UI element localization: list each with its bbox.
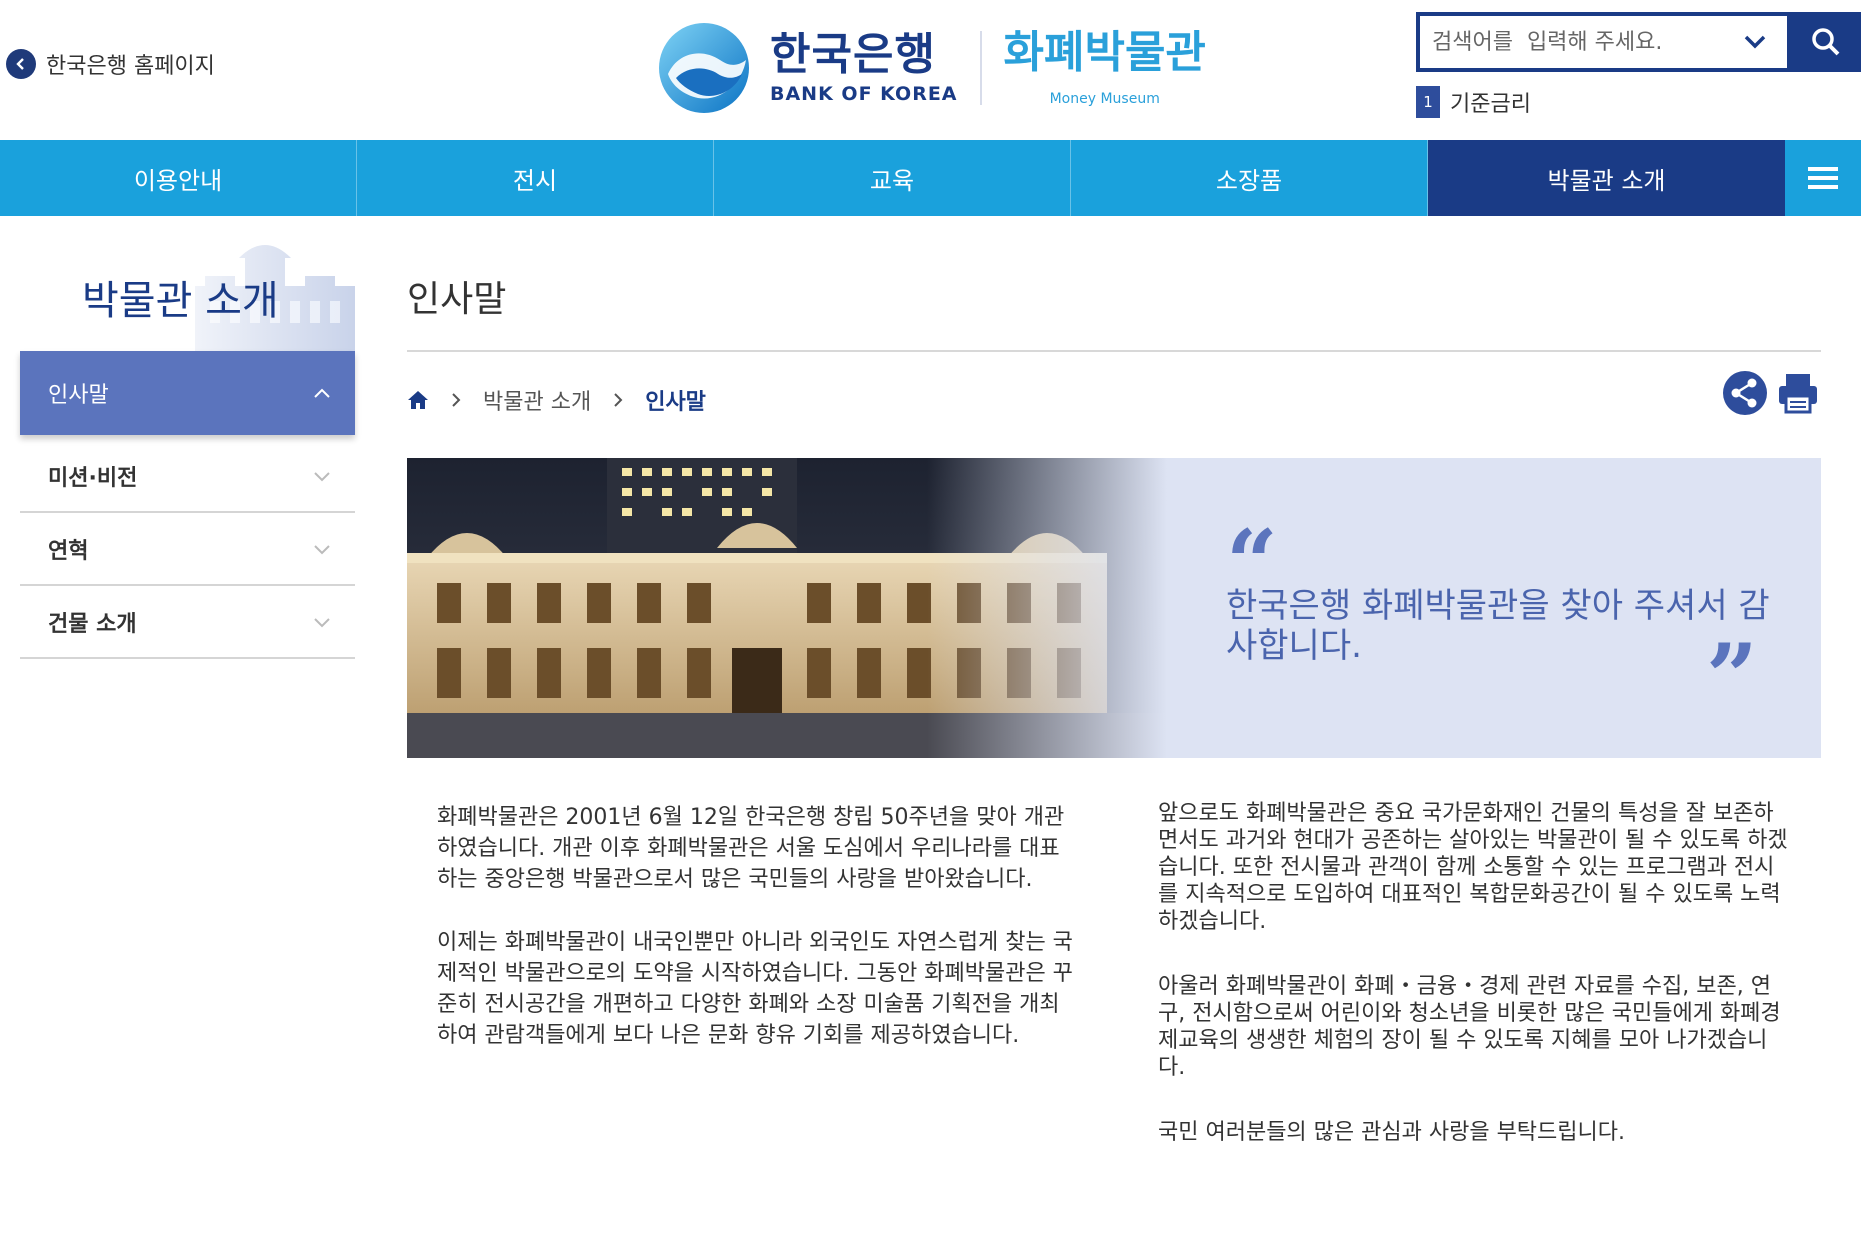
sidebar-item-building[interactable]: 건물 소개 [20,586,355,659]
museum-korean-name: 화폐박물관 [1003,27,1206,78]
print-icon[interactable] [1776,370,1820,416]
greeting-column-right: 앞으로도 화폐박물관은 중요 국가문화재인 건물의 특성을 잘 보존하면서도 과… [1158,800,1788,1184]
sidebar-item-label: 건물 소개 [48,611,137,637]
chevron-down-icon [314,471,330,481]
nav-item-usage-guide[interactable]: 이용안내 [0,140,357,216]
sidebar-header: 박물관 소개 [20,236,355,351]
site-header: 한국은행 홈페이지 한국은행 BANK OF KOREA 화폐박물관 Money… [0,0,1861,140]
chevron-right-icon [452,393,461,407]
search-input[interactable] [1420,17,1730,67]
chevron-down-icon[interactable] [1730,34,1780,50]
menu-button[interactable] [1785,140,1861,216]
sidebar-item-mission-vision[interactable]: 미션·비전 [20,440,355,513]
paragraph: 이제는 화폐박물관이 내국인뿐만 아니라 외국인도 자연스럽게 찾는 국제적인 … [437,930,1073,1048]
sidebar-title: 박물관 소개 [82,278,279,324]
page-title: 인사말 [407,279,507,320]
breadcrumb-current: 인사말 [645,390,706,415]
nav-item-education[interactable]: 교육 [714,140,1071,216]
chevron-up-icon [314,388,330,398]
search-box [1416,12,1791,72]
banner-quote: 한국은행 화폐박물관을 찾아 주셔서 감사합니다. [1226,586,1770,666]
sidebar-item-label: 인사말 [48,383,109,408]
sidebar-item-label: 미션·비전 [48,465,138,491]
sidebar-item-history[interactable]: 연혁 [20,513,355,586]
sidebar-menu: 인사말 미션·비전 연혁 건물 소개 [20,351,355,659]
chevron-right-icon [614,393,623,407]
breadcrumb: 박물관 소개 인사말 [407,384,706,416]
popular-keyword[interactable]: 1 기준금리 [1416,86,1531,118]
share-icon[interactable] [1722,370,1768,416]
nav-item-collection[interactable]: 소장품 [1071,140,1428,216]
bank-of-korea-emblem-icon [659,23,749,113]
home-icon[interactable] [407,390,429,410]
bok-homepage-link[interactable]: 한국은행 홈페이지 [6,48,215,80]
hamburger-menu-icon [1808,167,1838,189]
close-quote-icon: ” [1706,624,1758,730]
sidebar-item-greeting[interactable]: 인사말 [20,351,355,435]
search-icon [1812,28,1840,56]
title-divider [407,350,1821,352]
nav-item-exhibition[interactable]: 전시 [357,140,714,216]
paragraph: 아울러 화폐박물관이 화폐・금융・경제 관련 자료를 수집, 보존, 연구, 전… [1158,974,1781,1080]
nav-item-museum-intro[interactable]: 박물관 소개 [1428,140,1785,216]
greeting-column-left: 화폐박물관은 2001년 6월 12일 한국은행 창립 50주년을 맞아 개관하… [437,802,1077,1083]
sidebar-item-label: 연혁 [48,538,89,564]
page-tools [1722,370,1820,416]
museum-english-name: Money Museum [1049,91,1160,107]
paragraph: 앞으로도 화폐박물관은 중요 국가문화재인 건물의 특성을 잘 보존하면서도 과… [1158,801,1788,934]
keyword-rank-badge: 1 [1416,86,1440,118]
logo-korean-name: 한국은행 [770,29,936,80]
paragraph: 화폐박물관은 2001년 6월 12일 한국은행 창립 50주년을 맞아 개관하… [437,805,1065,892]
chevron-down-icon [314,617,330,627]
chevron-down-icon [314,544,330,554]
search-button[interactable] [1791,12,1861,72]
keyword-label: 기준금리 [1450,92,1531,117]
paragraph: 국민 여러분들의 많은 관심과 사랑을 부탁드립니다. [1158,1120,1626,1145]
homepage-link-label: 한국은행 홈페이지 [46,54,215,79]
logo-english-name: BANK OF KOREA [770,83,958,105]
main-nav: 이용안내 전시 교육 소장품 박물관 소개 [0,140,1861,216]
chevron-left-icon [6,49,36,79]
site-logo[interactable]: 한국은행 BANK OF KOREA 화폐박물관 Money Museum [658,22,1206,114]
breadcrumb-item[interactable]: 박물관 소개 [483,384,591,416]
logo-divider [979,31,982,105]
